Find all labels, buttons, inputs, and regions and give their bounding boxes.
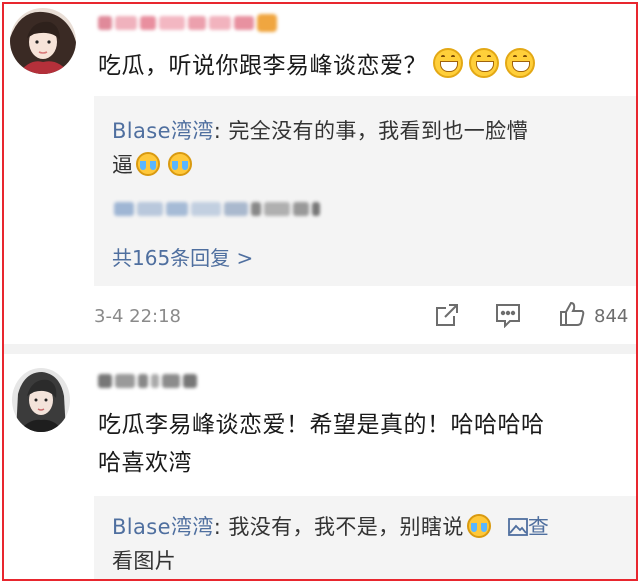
comment-text: 吃瓜李易峰谈恋爱！希望是真的！哈哈哈哈	[98, 412, 545, 438]
view-image-link-line2[interactable]: 看图片	[112, 544, 176, 578]
comment-timestamp: 3-4 22:18	[94, 306, 181, 327]
reply-text-line2: 逼	[112, 148, 193, 182]
avatar[interactable]	[12, 368, 70, 432]
reply-box: Blase湾湾: 我没有，我不是，别瞎说 查 看图片	[94, 496, 636, 579]
blurred-reply-line	[114, 202, 320, 216]
comment-text: 吃瓜，听说你跟李易峰谈恋爱？	[98, 48, 535, 83]
comment-icon[interactable]	[494, 302, 522, 328]
divider	[4, 344, 636, 354]
like-thumb-icon[interactable]	[558, 300, 586, 328]
cry-laugh-emoji-icon	[168, 152, 193, 176]
share-icon[interactable]	[434, 302, 460, 328]
avatar[interactable]	[10, 8, 76, 74]
grin-emoji-icon	[469, 48, 499, 78]
grin-emoji-icon	[433, 48, 463, 78]
reply-author-link[interactable]: Blase湾湾	[112, 515, 214, 539]
cry-laugh-emoji-icon	[136, 152, 161, 176]
reply-text: Blase湾湾: 我没有，我不是，别瞎说 查	[112, 514, 550, 539]
reply-box: Blase湾湾: 完全没有的事，我看到也一脸懵 逼 共165条回复 >	[94, 96, 636, 286]
cry-laugh-emoji-icon	[466, 514, 491, 538]
comment-thread: 吃瓜，听说你跟李易峰谈恋爱？ Blase湾湾: 完全没有的事，我看到也一脸懵 逼…	[2, 2, 638, 581]
more-replies-link[interactable]: 共165条回复 >	[112, 242, 253, 271]
grin-emoji-icon	[505, 48, 535, 78]
comment-text-line2: 哈喜欢湾	[98, 450, 192, 476]
blurred-username[interactable]	[98, 14, 277, 32]
image-icon	[507, 518, 528, 536]
like-count: 844	[594, 306, 629, 327]
reply-author-link[interactable]: Blase湾湾	[112, 119, 214, 143]
blurred-username[interactable]	[98, 374, 197, 388]
view-image-link[interactable]: 查	[507, 515, 549, 539]
reply-text: Blase湾湾: 完全没有的事，我看到也一脸懵	[112, 119, 528, 143]
